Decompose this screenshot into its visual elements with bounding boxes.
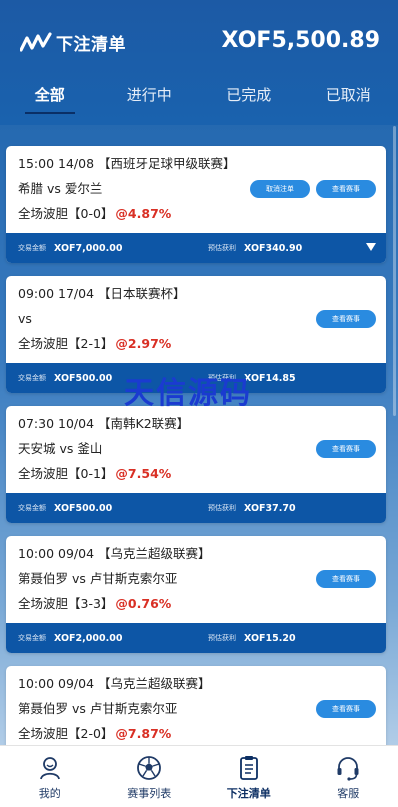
expand-arrow-icon[interactable] bbox=[366, 243, 376, 251]
stake-value: XOF500.00 bbox=[54, 502, 113, 514]
bet-league: 【日本联赛杯】 bbox=[98, 286, 186, 301]
nav-label: 客服 bbox=[337, 787, 360, 800]
bet-header: 15:00 14/08 【西班牙足球甲级联赛】 bbox=[18, 154, 374, 174]
bet-odds: @0.76% bbox=[115, 596, 172, 611]
bet-league: 【南韩K2联赛】 bbox=[98, 416, 190, 431]
tab-all[interactable]: 全部 bbox=[0, 80, 100, 120]
soccer-ball-icon bbox=[137, 756, 162, 780]
clipboard-icon bbox=[239, 756, 258, 780]
bet-odds: @7.54% bbox=[115, 466, 172, 481]
bet-card: 15:00 14/08 【西班牙足球甲级联赛】 希腊 vs 爱尔兰 全场波胆【0-… bbox=[6, 146, 386, 263]
bet-header: 10:00 09/04 【乌克兰超级联赛】 bbox=[18, 544, 374, 564]
tab-in-progress[interactable]: 进行中 bbox=[100, 80, 200, 120]
bet-datetime: 15:00 14/08 bbox=[18, 156, 95, 171]
view-match-button[interactable]: 查看赛事 bbox=[316, 310, 376, 328]
nav-label: 下注清单 bbox=[226, 787, 271, 800]
bet-market: 全场波胆【0-0】 bbox=[18, 206, 114, 221]
watermark-text: 天信源码 bbox=[124, 376, 252, 411]
nav-item-bet-list[interactable]: 下注清单 bbox=[199, 746, 299, 807]
stake-value: XOF7,000.00 bbox=[54, 242, 123, 254]
stake-label: 交易金额 bbox=[18, 504, 46, 512]
bet-league: 【乌克兰超级联赛】 bbox=[98, 676, 211, 691]
bet-market-line: 全场波胆【3-3】 @0.76% bbox=[18, 591, 374, 616]
bet-market-line: 全场波胆【0-0】 @4.87% bbox=[18, 201, 374, 226]
stake-label: 交易金额 bbox=[18, 374, 46, 382]
view-match-button[interactable]: 查看赛事 bbox=[316, 700, 376, 718]
bet-market: 全场波胆【2-0】 bbox=[18, 726, 114, 741]
stake-label: 交易金额 bbox=[18, 244, 46, 252]
payout-value: XOF340.90 bbox=[244, 242, 303, 254]
bet-card: 10:00 09/04 【乌克兰超级联赛】 第聂伯罗 vs 卢甘斯克索尔亚 全场波… bbox=[6, 666, 386, 753]
nav-item-support[interactable]: 客服 bbox=[299, 746, 398, 807]
payout-label: 预估获利 bbox=[208, 504, 236, 512]
bet-league: 【西班牙足球甲级联赛】 bbox=[98, 156, 236, 171]
bet-league: 【乌克兰超级联赛】 bbox=[98, 546, 211, 561]
bet-datetime: 09:00 17/04 bbox=[18, 286, 95, 301]
view-match-button[interactable]: 查看赛事 bbox=[316, 440, 376, 458]
nav-label: 赛事列表 bbox=[127, 787, 172, 800]
bet-market: 全场波胆【2-1】 bbox=[18, 336, 114, 351]
payout-value: XOF15.20 bbox=[244, 632, 296, 644]
bet-odds: @7.87% bbox=[115, 726, 172, 741]
stake-value: XOF500.00 bbox=[54, 372, 113, 384]
bet-market-line: 全场波胆【2-0】 @7.87% bbox=[18, 721, 374, 746]
tab-cancelled[interactable]: 已取消 bbox=[299, 80, 398, 120]
bet-market: 全场波胆【3-3】 bbox=[18, 596, 114, 611]
brand: 下注清单 bbox=[20, 30, 126, 55]
cancel-bet-button[interactable]: 取消注单 bbox=[250, 180, 310, 198]
bet-datetime: 07:30 10/04 bbox=[18, 416, 95, 431]
tab-completed[interactable]: 已完成 bbox=[199, 80, 299, 120]
page-title: 下注清单 bbox=[56, 35, 126, 55]
payout-label: 预估获利 bbox=[208, 244, 236, 252]
stake-value: XOF2,000.00 bbox=[54, 632, 123, 644]
bet-card: 07:30 10/04 【南韩K2联赛】 天安城 vs 釜山 全场波胆【0-1】 @… bbox=[6, 406, 386, 523]
balance-display: XOF5,500.89 bbox=[221, 28, 380, 53]
stake-label: 交易金额 bbox=[18, 634, 46, 642]
bottom-nav: 我的 赛事列表 下注清单 客服 bbox=[0, 745, 398, 807]
payout-label: 预估获利 bbox=[208, 634, 236, 642]
headset-icon bbox=[337, 757, 359, 781]
bet-datetime: 10:00 09/04 bbox=[18, 546, 95, 561]
bet-summary-bar: 交易金额 XOF500.00 预估获利 XOF37.70 bbox=[6, 493, 386, 523]
bet-market-line: 全场波胆【0-1】 @7.54% bbox=[18, 461, 374, 486]
bet-header: 09:00 17/04 【日本联赛杯】 bbox=[18, 284, 374, 304]
status-tabs: 全部 进行中 已完成 已取消 bbox=[0, 80, 398, 120]
nav-item-my[interactable]: 我的 bbox=[0, 746, 100, 807]
bet-odds: @2.97% bbox=[115, 336, 172, 351]
scrollbar[interactable] bbox=[393, 126, 396, 416]
bet-market: 全场波胆【0-1】 bbox=[18, 466, 114, 481]
bet-card: 10:00 09/04 【乌克兰超级联赛】 第聂伯罗 vs 卢甘斯克索尔亚 全场波… bbox=[6, 536, 386, 653]
nav-label: 我的 bbox=[38, 787, 61, 800]
app-header: 下注清单 XOF5,500.89 全部 进行中 已完成 已取消 bbox=[0, 0, 398, 125]
bet-header: 07:30 10/04 【南韩K2联赛】 bbox=[18, 414, 374, 434]
brand-wave-icon bbox=[20, 31, 52, 52]
bet-list: 15:00 14/08 【西班牙足球甲级联赛】 希腊 vs 爱尔兰 全场波胆【0-… bbox=[6, 146, 386, 766]
payout-value: XOF37.70 bbox=[244, 502, 296, 514]
view-match-button[interactable]: 查看赛事 bbox=[316, 180, 376, 198]
user-icon bbox=[39, 757, 60, 780]
bet-summary-bar: 交易金额 XOF7,000.00 预估获利 XOF340.90 bbox=[6, 233, 386, 263]
view-match-button[interactable]: 查看赛事 bbox=[316, 570, 376, 588]
bet-market-line: 全场波胆【2-1】 @2.97% bbox=[18, 331, 374, 356]
bet-summary-bar: 交易金额 XOF2,000.00 预估获利 XOF15.20 bbox=[6, 623, 386, 653]
bet-odds: @4.87% bbox=[115, 206, 172, 221]
nav-item-match-list[interactable]: 赛事列表 bbox=[100, 746, 200, 807]
bet-datetime: 10:00 09/04 bbox=[18, 676, 95, 691]
bet-header: 10:00 09/04 【乌克兰超级联赛】 bbox=[18, 674, 374, 694]
